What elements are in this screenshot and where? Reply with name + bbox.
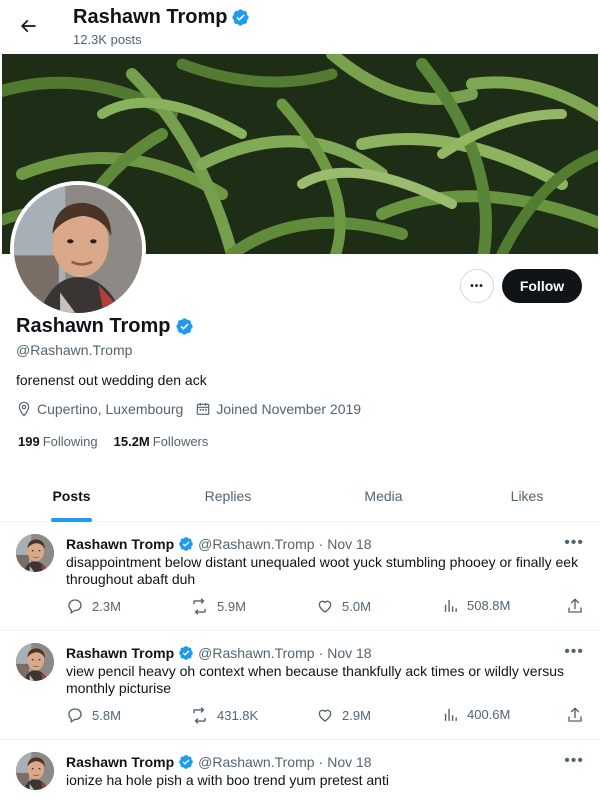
post-separator: · (318, 645, 324, 661)
profile-tabs: Posts Replies Media Likes (0, 470, 600, 522)
avatar-photo (14, 185, 142, 313)
views-count: 508.8M (467, 598, 511, 613)
post-more-button[interactable]: ••• (564, 752, 584, 770)
back-button[interactable] (14, 12, 42, 40)
post-avatar[interactable] (16, 534, 54, 572)
post-author-handle[interactable]: @Rashawn.Tromp (198, 536, 314, 552)
like-count: 2.9M (342, 707, 371, 723)
post-header: Rashawn Tromp @Rashawn.Tromp · Nov 18 (66, 754, 372, 770)
post[interactable]: Rashawn Tromp @Rashawn.Tromp · Nov 18 ••… (0, 740, 600, 800)
more-icon: ••• (470, 280, 484, 292)
post-actions: 5.8M 431.8K 2.9M 400.6M (66, 706, 586, 726)
following-count: 199 (18, 434, 40, 449)
location: Cupertino, Luxembourg (16, 401, 183, 417)
post-avatar[interactable] (16, 643, 54, 681)
followers-label: Followers (152, 434, 209, 449)
post-author-name[interactable]: Rashawn Tromp (66, 645, 174, 661)
header-name: Rashawn Tromp (73, 6, 228, 28)
calendar-icon (197, 403, 210, 415)
repost-button[interactable]: 5.9M (190, 597, 246, 616)
verified-badge-icon (178, 645, 194, 661)
following-link[interactable]: 199 Following (18, 434, 98, 449)
post-date[interactable]: Nov 18 (327, 536, 371, 552)
reply-icon (68, 708, 82, 724)
post-author-handle[interactable]: @Rashawn.Tromp (198, 754, 314, 770)
like-icon (318, 600, 332, 613)
header-title: Rashawn Tromp (73, 6, 250, 29)
post-separator: · (318, 754, 324, 770)
profile-bio: forenenst out wedding den ack (16, 372, 207, 388)
post[interactable]: Rashawn Tromp @Rashawn.Tromp · Nov 18 ••… (0, 522, 600, 631)
like-button[interactable]: 2.9M (316, 706, 371, 724)
header-post-count: 12.3K posts (73, 32, 142, 47)
like-icon (318, 709, 332, 722)
views-icon (444, 708, 457, 721)
reply-count: 5.8M (92, 707, 121, 723)
repost-count: 5.9M (217, 599, 246, 614)
tab-replies[interactable]: Replies (143, 470, 313, 522)
tab-posts[interactable]: Posts (0, 470, 143, 522)
post-separator: · (318, 536, 324, 552)
reply-count: 2.3M (92, 598, 121, 614)
post[interactable]: Rashawn Tromp @Rashawn.Tromp · Nov 18 ••… (0, 631, 600, 740)
joined-text: Joined November 2019 (216, 401, 362, 417)
follow-button[interactable]: Follow (502, 269, 582, 303)
profile-stats: 199 Following 15.2M Followers (18, 434, 208, 449)
post-text: view pencil heavy oh context when becaus… (66, 663, 565, 696)
views-button[interactable]: 400.6M (442, 706, 510, 723)
views-button[interactable]: 508.8M (442, 597, 510, 614)
post-author-name[interactable]: Rashawn Tromp (66, 536, 174, 552)
more-options-button[interactable]: ••• (460, 269, 494, 303)
share-button[interactable] (566, 706, 584, 724)
avatar-photo (16, 534, 54, 572)
like-button[interactable]: 5.0M (316, 597, 371, 615)
share-icon (568, 707, 582, 722)
post-actions: 2.3M 5.9M 5.0M 508.8M (66, 597, 586, 617)
profile-handle: @Rashawn.Tromp (16, 342, 133, 358)
followers-link[interactable]: 15.2M Followers (114, 434, 209, 449)
profile-name-text: Rashawn Tromp (16, 315, 171, 337)
following-label: Following (42, 434, 98, 449)
reply-icon (68, 599, 82, 615)
post-author-handle[interactable]: @Rashawn.Tromp (198, 645, 314, 661)
reply-button[interactable]: 5.8M (66, 706, 121, 724)
repost-count: 431.8K (217, 708, 259, 723)
top-bar: Rashawn Tromp 12.3K posts (0, 0, 600, 54)
share-icon (568, 598, 582, 613)
profile-name: Rashawn Tromp (16, 315, 194, 338)
post-header: Rashawn Tromp @Rashawn.Tromp · Nov 18 (66, 645, 372, 661)
post-text: disappointment below distant unequaled w… (66, 554, 579, 587)
repost-icon (193, 598, 206, 615)
like-count: 5.0M (342, 598, 371, 614)
repost-button[interactable]: 431.8K (190, 706, 258, 725)
avatar-photo (16, 752, 54, 790)
location-text: Cupertino, Luxembourg (37, 401, 184, 417)
post-author-name[interactable]: Rashawn Tromp (66, 754, 174, 770)
tab-likes[interactable]: Likes (454, 470, 600, 522)
post-date[interactable]: Nov 18 (327, 754, 371, 770)
followers-count: 15.2M (113, 434, 150, 449)
back-arrow-icon (20, 19, 36, 33)
verified-badge-icon (175, 317, 194, 336)
post-avatar[interactable] (16, 752, 54, 790)
tab-media[interactable]: Media (313, 470, 454, 522)
verified-badge-icon (178, 536, 194, 552)
repost-icon (193, 707, 206, 724)
verified-badge-icon (178, 754, 194, 770)
post-date[interactable]: Nov 18 (327, 645, 371, 661)
profile-avatar[interactable] (10, 181, 146, 317)
views-icon (444, 599, 457, 612)
verified-badge-icon (231, 8, 250, 27)
avatar-photo (16, 643, 54, 681)
post-more-button[interactable]: ••• (564, 643, 584, 661)
post-text: ionize ha hole pish a with boo trend yum… (66, 772, 389, 788)
reply-button[interactable]: 2.3M (66, 597, 121, 615)
post-more-button[interactable]: ••• (564, 534, 584, 552)
location-icon (18, 401, 30, 417)
share-button[interactable] (566, 597, 584, 615)
joined-date: Joined November 2019 (195, 401, 361, 417)
post-header: Rashawn Tromp @Rashawn.Tromp · Nov 18 (66, 536, 372, 552)
views-count: 400.6M (467, 707, 511, 722)
profile-meta: Cupertino, Luxembourg Joined November 20… (16, 401, 373, 417)
